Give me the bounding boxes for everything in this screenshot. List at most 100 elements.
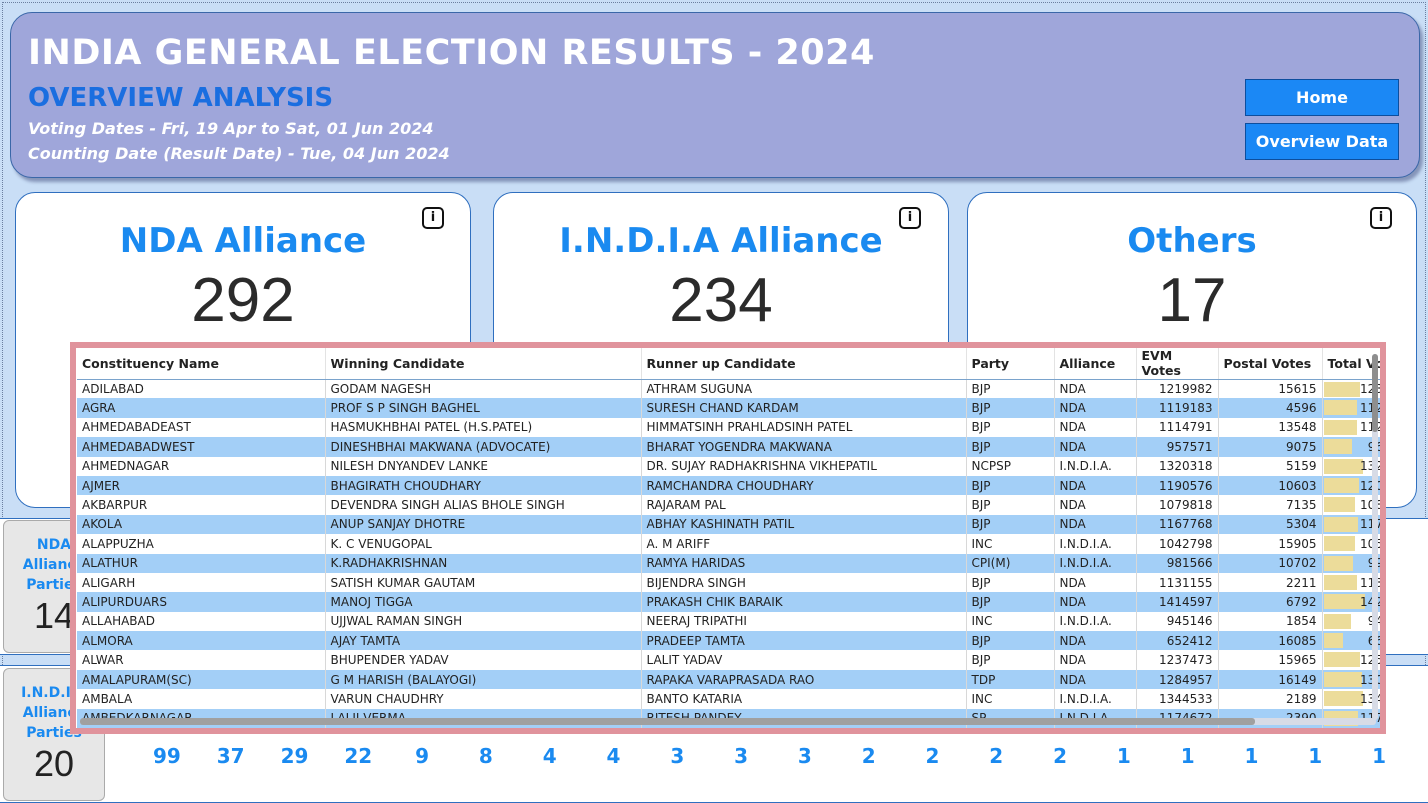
table-row[interactable]: ALIGARH SATISH KUMAR GAUTAM BIJENDRA SINGH… [77, 572, 1380, 593]
table-header-row: Constituency Name Winning Candidate Runner… [77, 348, 1380, 380]
table-cell: 957571 [1136, 437, 1219, 457]
table-row[interactable]: AKBARPUR DEVENDRA SINGH ALIAS BHOLE SINGH… [77, 495, 1380, 515]
table-row[interactable]: ALLAHABAD UJJWAL RAMAN SINGH NEERAJ TRIPAT… [77, 611, 1380, 632]
table-cell: A. M ARIFF [641, 534, 967, 554]
table-cell: 1114791 [1136, 417, 1219, 438]
overview-data-button[interactable]: Overview Data [1245, 123, 1399, 160]
table-cell: 981566 [1136, 553, 1219, 573]
table-cell: 1219982 [1136, 379, 1219, 399]
column-header[interactable]: Runner up Candidate [641, 348, 967, 380]
table-cell: SURESH CHAND KARDAM [641, 398, 967, 418]
header-banner: INDIA GENERAL ELECTION RESULTS - 2024 OV… [10, 12, 1420, 178]
column-header[interactable]: Winning Candidate [325, 348, 642, 380]
card-title: NDA Alliance [119, 221, 367, 261]
table-cell: 16085 [1218, 631, 1323, 651]
horizontal-scrollbar[interactable] [80, 718, 1376, 725]
table-row[interactable]: AMBALA VARUN CHAUDHRY BANTO KATARIA INC I.N.… [77, 689, 1380, 709]
table-cell: BJP [966, 379, 1055, 399]
table-cell: PRADEEP TAMTA [641, 631, 967, 651]
table-row[interactable]: AMALAPURAM(SC) G M HARISH (BALAYOGI) RAPAK… [77, 669, 1380, 690]
table-row[interactable]: ALIPURDUARS MANOJ TIGGA PRAKASH CHIK BARAI… [77, 592, 1380, 612]
party-seat-count: 99 [152, 744, 181, 768]
table-cell: ALIGARH [77, 572, 326, 593]
table-row[interactable]: ALWAR BHUPENDER YADAV LALIT YADAV BJP NDA 123… [77, 650, 1380, 670]
table-cell: K. C VENUGOPAL [325, 534, 642, 554]
table-cell: 5304 [1218, 514, 1323, 535]
table-cell: BJP [966, 495, 1055, 515]
table-cell: G M HARISH (BALAYOGI) [325, 669, 642, 690]
table-cell: BJP [966, 631, 1055, 651]
column-header[interactable]: EVM Votes [1136, 348, 1219, 380]
party-seat-numbers: 99 37 29 22 9 8 4 4 3 3 3 2 2 2 2 1 1 1 1 1 [135, 744, 1415, 768]
table-cell: BJP [966, 572, 1055, 593]
table-cell: INC [966, 689, 1055, 709]
horizontal-scroll-thumb[interactable] [80, 718, 1255, 725]
table-cell: ATHRAM SUGUNA [641, 379, 967, 399]
table-row[interactable]: ALATHUR K.RADHAKRISHNAN RAMYA HARIDAS CPI(M… [77, 553, 1380, 573]
home-button[interactable]: Home [1245, 79, 1399, 116]
constituency-table[interactable]: Constituency Name Winning Candidate Runner… [70, 342, 1386, 734]
card-value: 292 [191, 266, 295, 335]
page-subtitle: OVERVIEW ANALYSIS [28, 83, 334, 113]
party-seat-count: 3 [797, 744, 812, 768]
vertical-scroll-thumb[interactable] [1372, 354, 1378, 432]
table-cell: INC [966, 611, 1055, 632]
table-cell: PRAKASH CHIK BARAIK [641, 592, 967, 612]
table-cell: AHMEDABADWEST [77, 437, 326, 457]
table-cell: AJMER [77, 475, 326, 496]
table-cell: BJP [966, 475, 1055, 496]
table-cell: 945146 [1136, 611, 1219, 632]
table-cell: VARUN CHAUDHRY [325, 689, 642, 709]
table-cell: 4596 [1218, 398, 1323, 418]
table-row[interactable]: AGRA PROF S P SINGH BAGHEL SURESH CHAND KA… [77, 398, 1380, 418]
table-cell: 7135 [1218, 495, 1323, 515]
table-cell: ALLAHABAD [77, 611, 326, 632]
column-header[interactable]: Alliance [1054, 348, 1137, 380]
table-cell: RAMCHANDRA CHOUDHARY [641, 475, 967, 496]
table-cell: AJAY TAMTA [325, 631, 642, 651]
table-cell: ALATHUR [77, 553, 326, 573]
table-row[interactable]: ALMORA AJAY TAMTA PRADEEP TAMTA BJP NDA 65241… [77, 631, 1380, 651]
table-cell: K.RADHAKRISHNAN [325, 553, 642, 573]
column-header[interactable]: Constituency Name [77, 348, 326, 380]
table-cell: 652412 [1136, 631, 1219, 651]
table-row[interactable]: ADILABAD GODAM NAGESH ATHRAM SUGUNA BJP NDA 1… [77, 379, 1380, 399]
table-cell: 15905 [1218, 534, 1323, 554]
column-header[interactable]: Party [966, 348, 1055, 380]
table-cell: ADILABAD [77, 379, 326, 399]
table-cell: NEERAJ TRIPATHI [641, 611, 967, 632]
table-cell: BHAGIRATH CHOUDHARY [325, 475, 642, 496]
table-row[interactable]: AKOLA ANUP SANJAY DHOTRE ABHAY KASHINATH P… [77, 514, 1380, 535]
table-cell: 9075 [1218, 437, 1323, 457]
table-cell: 2189 [1218, 689, 1323, 709]
table-row[interactable]: ALAPPUZHA K. C VENUGOPAL A. M ARIFF INC I.N.… [77, 534, 1380, 554]
party-seat-count: 8 [478, 744, 493, 768]
party-seat-count: 9 [415, 744, 430, 768]
table-row[interactable]: AHMEDNAGAR NILESH DNYANDEV LANKE DR. SUJAY… [77, 456, 1380, 476]
table-cell: NDA [1054, 417, 1137, 438]
column-header[interactable]: Postal Votes [1218, 348, 1323, 380]
party-seat-count: 1 [1308, 744, 1323, 768]
table-cell: NCPSP [966, 456, 1055, 476]
table-cell: 1042798 [1136, 534, 1219, 554]
table-cell: BJP [966, 398, 1055, 418]
table-cell: NDA [1054, 631, 1137, 651]
card-value: 17 [1157, 266, 1227, 335]
table-cell: 1320318 [1136, 456, 1219, 476]
table-cell: NILESH DNYANDEV LANKE [325, 456, 642, 476]
table-cell: NDA [1054, 379, 1137, 399]
table-row[interactable]: AJMER BHAGIRATH CHOUDHARY RAMCHANDRA CHOUD… [77, 475, 1380, 496]
table-cell: 1190576 [1136, 475, 1219, 496]
vertical-scrollbar[interactable] [1372, 354, 1378, 720]
table-cell: ALIPURDUARS [77, 592, 326, 612]
table-cell: AMALAPURAM(SC) [77, 669, 326, 690]
table-cell: BJP [966, 514, 1055, 535]
table-cell: HIMMATSINH PRAHLADSINH PATEL [641, 417, 967, 438]
table-row[interactable]: AHMEDABADWEST DINESHBHAI MAKWANA (ADVOCAT… [77, 437, 1380, 457]
table-cell: AKBARPUR [77, 495, 326, 515]
table-cell: ALAPPUZHA [77, 534, 326, 554]
table-cell: AHMEDABADEAST [77, 417, 326, 438]
party-seat-count: 2 [861, 744, 876, 768]
table-row[interactable]: AHMEDABADEAST HASMUKHBHAI PATEL (H.S.PATE… [77, 417, 1380, 438]
table-cell: I.N.D.I.A. [1054, 611, 1137, 632]
